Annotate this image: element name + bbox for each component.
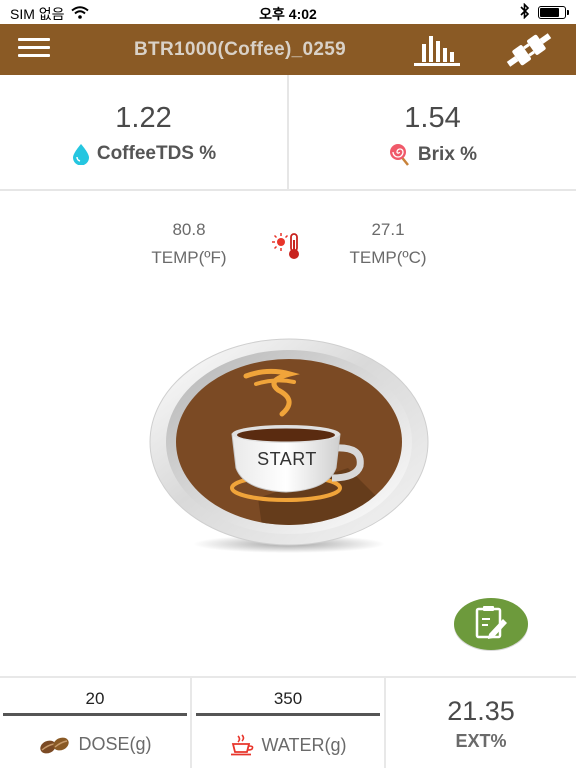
connect-button[interactable]: [502, 30, 556, 70]
temp-c-value: 27.1: [371, 220, 405, 239]
temp-fahrenheit: 80.8 TEMP(ºF): [124, 220, 254, 268]
device-title: BTR1000(Coffee)_0259: [134, 39, 346, 60]
tds-label: CoffeeTDS %: [96, 143, 217, 164]
dose-input[interactable]: [3, 684, 187, 716]
tds-reading: 1.22 CoffeeTDS %: [0, 75, 287, 189]
app-screen: SIM 없음 오후 4:02 BTR1000(Coffee)_0259 1.22…: [0, 0, 576, 768]
start-label: START: [257, 449, 317, 469]
clipboard-edit-icon: [454, 598, 528, 651]
status-bar: SIM 없음 오후 4:02: [0, 0, 576, 24]
brix-value: 1.54: [404, 102, 461, 134]
brix-label: Brix %: [417, 144, 478, 165]
dose-label: DOSE(g): [78, 734, 152, 754]
ext-value: 21.35: [447, 696, 515, 726]
temp-celsius: 27.1 TEMP(ºC): [323, 220, 453, 268]
thermometer-sun-icon: [272, 233, 299, 259]
status-right: [520, 2, 569, 22]
chart-button[interactable]: [410, 32, 464, 68]
coffee-beans-icon: [40, 737, 70, 753]
status-time: 오후 4:02: [259, 6, 317, 22]
menu-icon: [18, 38, 50, 41]
water-label-row: WATER(g): [192, 734, 384, 756]
temp-f-label: TEMP(ºF): [151, 248, 227, 267]
water-drop-icon: [72, 144, 89, 165]
battery-icon: [538, 6, 569, 19]
tds-label-row: CoffeeTDS %: [0, 143, 287, 165]
temp-c-label: TEMP(ºC): [349, 248, 427, 267]
menu-icon-line: [18, 54, 50, 57]
menu-button[interactable]: [18, 38, 50, 60]
brix-reading: 1.54 Brix %: [289, 75, 576, 189]
top-nav-bar: BTR1000(Coffee)_0259: [0, 24, 576, 75]
memo-button[interactable]: [453, 596, 529, 652]
lollipop-icon: [389, 144, 409, 166]
readings-panel: 1.22 CoffeeTDS % 1.54 Brix %: [0, 75, 576, 191]
cup-icon: [230, 734, 253, 756]
menu-icon-line: [18, 46, 50, 49]
water-cell: WATER(g): [192, 678, 384, 768]
dose-label-row: DOSE(g): [0, 734, 190, 755]
bar-chart-icon: [414, 36, 460, 66]
dose-cell: DOSE(g): [0, 678, 190, 768]
tds-value: 1.22: [115, 102, 172, 134]
ext-cell: 21.35 EXT%: [386, 678, 576, 768]
brix-label-row: Brix %: [289, 143, 576, 167]
water-input[interactable]: [196, 684, 380, 716]
bluetooth-icon: [520, 2, 530, 22]
ext-label: EXT%: [455, 731, 507, 751]
battery-level: [540, 8, 559, 17]
temp-f-value: 80.8: [172, 220, 206, 239]
water-label: WATER(g): [261, 734, 347, 755]
plug-connect-icon: [506, 33, 552, 67]
bottom-panel: DOSE(g) WATER(g) 21.35 EXT%: [0, 676, 576, 768]
